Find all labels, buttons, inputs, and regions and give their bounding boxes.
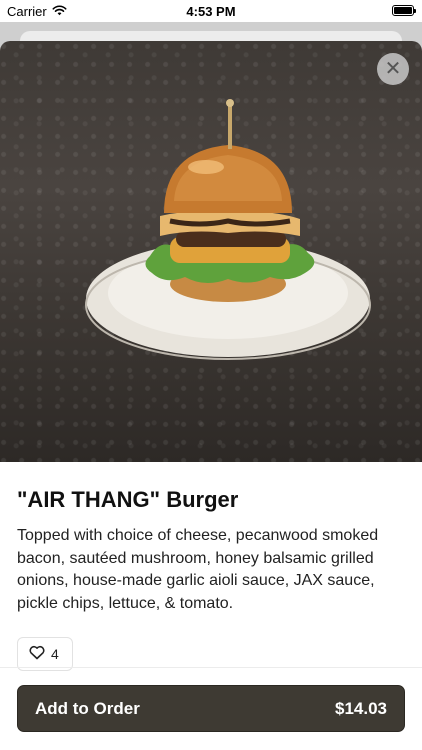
like-button[interactable]: 4 <box>17 637 73 671</box>
like-count: 4 <box>51 646 59 662</box>
close-icon: ✕ <box>384 58 402 80</box>
item-title: "AIR THANG" Burger <box>17 487 239 512</box>
status-bar: Carrier 4:53 PM <box>0 0 422 22</box>
screen: Carrier 4:53 PM ✕ "AIR THANG" Burger Top… <box>0 0 422 750</box>
item-content: "AIR THANG" Burger Topped with choice of… <box>17 487 405 615</box>
item-detail-modal: ✕ "AIR THANG" Burger Topped with choice … <box>0 41 422 750</box>
add-to-order-label: Add to Order <box>35 698 140 718</box>
burger-photo: ✕ <box>0 41 422 462</box>
heart-icon <box>29 645 45 663</box>
battery-icon <box>392 5 416 16</box>
status-time: 4:53 PM <box>186 4 236 19</box>
footer-divider <box>0 667 422 668</box>
status-right <box>392 5 416 16</box>
burger-illustration <box>85 99 371 360</box>
add-to-order-button[interactable]: Add to Order $14.03 <box>17 685 405 732</box>
item-description: Topped with choice of cheese, pecanwood … <box>17 527 379 612</box>
close-button[interactable]: ✕ <box>377 53 409 85</box>
price-label: $14.03 <box>335 698 387 718</box>
